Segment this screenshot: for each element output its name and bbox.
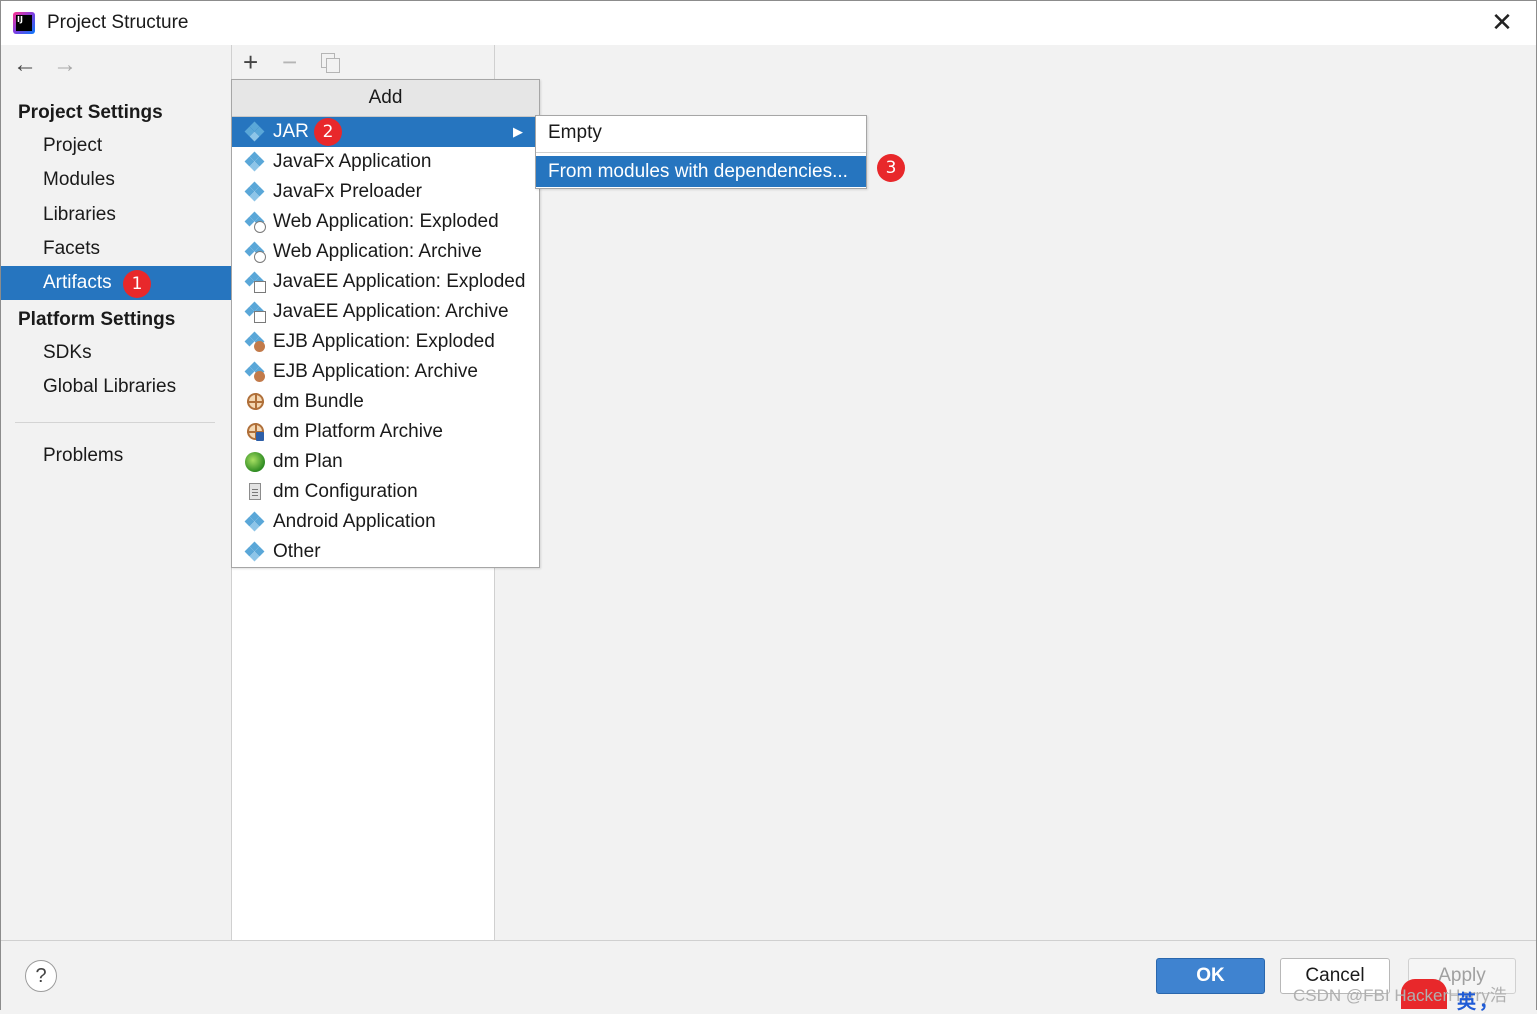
menu-item-label: dm Bundle	[273, 391, 364, 412]
copy-icon[interactable]	[321, 53, 340, 73]
menu-item-dm-plan[interactable]: dm Plan	[232, 447, 539, 477]
sidebar-divider	[15, 422, 215, 423]
menu-item-dm-configuration[interactable]: dm Configuration	[232, 477, 539, 507]
add-icon[interactable]: +	[243, 49, 258, 75]
menu-item-label: JavaFx Application	[273, 151, 432, 172]
intellij-app-icon: IJ	[13, 12, 35, 34]
dm-platform-archive-icon	[245, 422, 265, 442]
menu-item-label: EJB Application: Exploded	[273, 331, 495, 352]
sidebar-item-artifacts[interactable]: Artifacts 1	[1, 266, 231, 300]
javaee-exploded-icon	[244, 271, 266, 293]
menu-item-web-exploded[interactable]: Web Application: Exploded	[232, 207, 539, 237]
add-menu: Add JAR 2 ▶ JavaFx Application JavaFx Pr…	[231, 79, 540, 568]
step-badge-2: 2	[314, 118, 342, 146]
javafx-application-icon	[244, 151, 265, 172]
other-icon	[244, 541, 265, 562]
sidebar-item-modules[interactable]: Modules	[1, 163, 231, 197]
project-settings-heading: Project Settings	[18, 102, 163, 123]
dm-plan-icon	[245, 452, 265, 472]
step-badge-3: 3	[877, 154, 905, 182]
jar-icon	[244, 121, 265, 142]
menu-item-web-archive[interactable]: Web Application: Archive	[232, 237, 539, 267]
add-menu-header: Add	[232, 80, 539, 117]
javafx-preloader-icon	[244, 181, 265, 202]
dm-configuration-icon	[245, 482, 265, 502]
help-icon[interactable]: ?	[25, 960, 57, 992]
menu-item-label: JavaEE Application: Exploded	[273, 271, 526, 292]
menu-item-label: Other	[273, 541, 321, 562]
menu-item-label: dm Plan	[273, 451, 343, 472]
submenu-item-label: Empty	[548, 122, 602, 143]
menu-item-ejb-exploded[interactable]: EJB Application: Exploded	[232, 327, 539, 357]
menu-item-label: JAR	[273, 121, 309, 142]
title-bar: IJ Project Structure ✕	[1, 1, 1536, 45]
close-icon[interactable]: ✕	[1489, 9, 1515, 35]
menu-item-label: Android Application	[273, 511, 436, 532]
sidebar-item-global-libraries[interactable]: Global Libraries	[1, 370, 231, 404]
submenu-arrow-icon: ▶	[513, 124, 523, 139]
ejb-exploded-icon	[244, 331, 265, 352]
submenu-item-label: From modules with dependencies...	[548, 161, 848, 182]
submenu-item-empty[interactable]: Empty	[536, 117, 866, 148]
menu-item-label: Web Application: Exploded	[273, 211, 499, 232]
sidebar-item-label: Artifacts	[43, 272, 112, 293]
sidebar-item-label: Problems	[43, 445, 124, 466]
submenu-separator	[536, 152, 866, 153]
menu-item-label: dm Configuration	[273, 481, 418, 502]
javaee-archive-icon	[244, 301, 266, 323]
menu-item-ejb-archive[interactable]: EJB Application: Archive	[232, 357, 539, 387]
artifacts-toolbar	[232, 45, 494, 79]
sidebar-item-label: Global Libraries	[43, 376, 177, 397]
sidebar-item-problems[interactable]: Problems	[1, 439, 231, 473]
sidebar-item-label: SDKs	[43, 342, 92, 363]
menu-item-dm-platform-archive[interactable]: dm Platform Archive	[232, 417, 539, 447]
sidebar-item-label: Facets	[43, 238, 101, 259]
android-application-icon	[244, 511, 265, 532]
ejb-archive-icon	[244, 361, 265, 382]
menu-item-other[interactable]: Other	[232, 537, 539, 567]
step-badge-1: 1	[123, 270, 151, 298]
back-arrow-icon[interactable]: ←	[13, 53, 37, 77]
remove-icon[interactable]: −	[282, 49, 297, 75]
sidebar-item-label: Project	[43, 135, 103, 156]
sidebar-item-libraries[interactable]: Libraries	[1, 198, 231, 232]
platform-settings-heading: Platform Settings	[18, 309, 176, 330]
menu-item-label: JavaFx Preloader	[273, 181, 422, 202]
menu-item-label: EJB Application: Archive	[273, 361, 478, 382]
sidebar-item-label: Libraries	[43, 204, 116, 225]
window-title: Project Structure	[47, 12, 189, 33]
sidebar-item-sdks[interactable]: SDKs	[1, 336, 231, 370]
menu-item-android-application[interactable]: Android Application	[232, 507, 539, 537]
menu-item-dm-bundle[interactable]: dm Bundle	[232, 387, 539, 417]
menu-item-javaee-archive[interactable]: JavaEE Application: Archive	[232, 297, 539, 327]
menu-item-label: JavaEE Application: Archive	[273, 301, 509, 322]
menu-item-label: Web Application: Archive	[273, 241, 482, 262]
menu-item-javaee-exploded[interactable]: JavaEE Application: Exploded	[232, 267, 539, 297]
dm-bundle-icon	[245, 392, 265, 412]
forward-arrow-icon[interactable]: →	[53, 53, 77, 77]
sidebar-item-facets[interactable]: Facets	[1, 232, 231, 266]
web-archive-icon	[244, 241, 266, 263]
sidebar-item-label: Modules	[43, 169, 115, 190]
menu-item-javafx-preloader[interactable]: JavaFx Preloader	[232, 177, 539, 207]
project-structure-window: IJ Project Structure ✕ ← → Project Setti…	[0, 0, 1537, 1013]
sidebar-item-project[interactable]: Project	[1, 129, 231, 163]
menu-item-javafx-application[interactable]: JavaFx Application	[232, 147, 539, 177]
menu-item-jar[interactable]: JAR 2 ▶	[232, 117, 539, 147]
jar-submenu: Empty From modules with dependencies...	[535, 115, 867, 189]
ok-button[interactable]: OK	[1156, 958, 1265, 994]
submenu-item-from-modules[interactable]: From modules with dependencies...	[536, 156, 866, 187]
menu-item-label: dm Platform Archive	[273, 421, 443, 442]
web-exploded-icon	[244, 211, 266, 233]
